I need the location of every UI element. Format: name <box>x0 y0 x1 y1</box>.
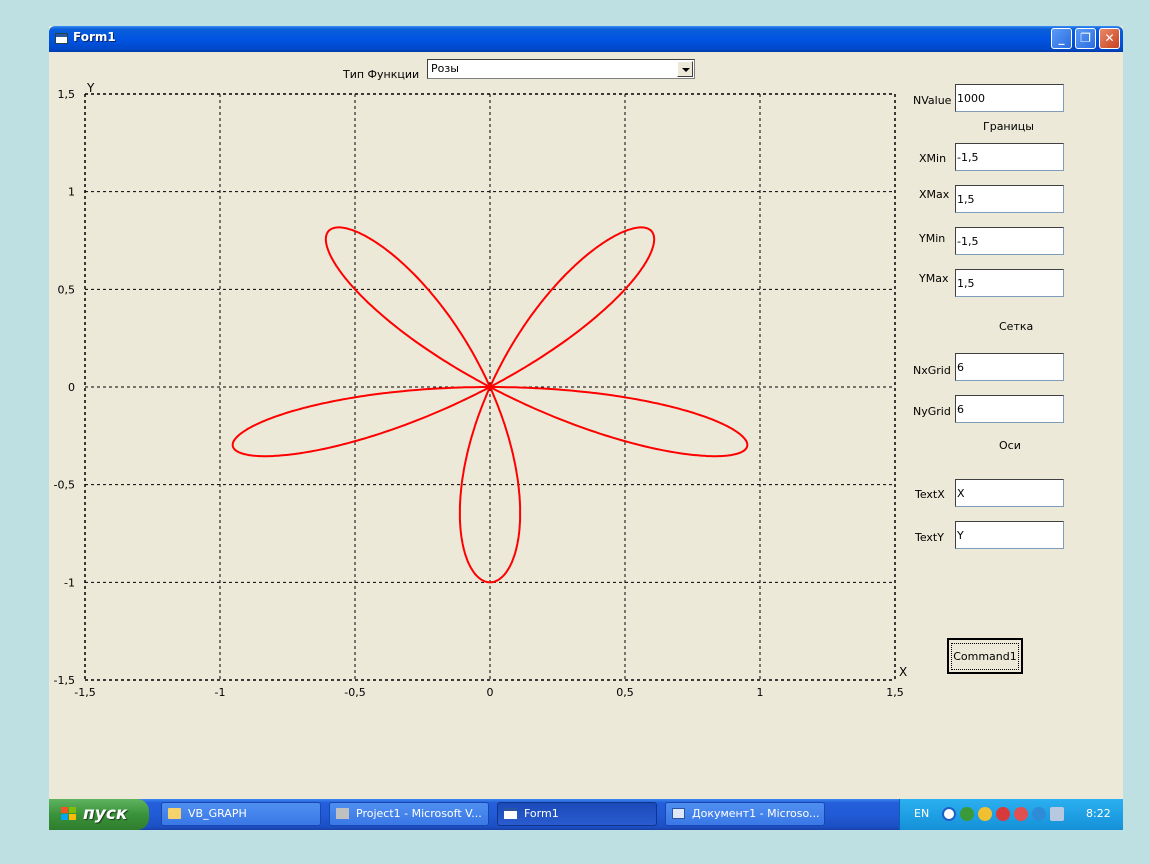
textx-label: TextX <box>915 488 945 501</box>
nxgrid-input[interactable] <box>955 353 1064 381</box>
start-label: пуск <box>83 804 128 824</box>
y-axis-label: Y <box>86 81 95 95</box>
y-tick-label: 0,5 <box>58 283 76 296</box>
window-title: Form1 <box>73 30 116 44</box>
nvalue-input[interactable] <box>955 84 1064 112</box>
minimize-button[interactable]: _ <box>1051 28 1072 49</box>
y-tick-label: 1 <box>68 186 75 199</box>
xmin-label: XMin <box>919 152 947 165</box>
x-tick-label: -1,5 <box>74 686 95 699</box>
taskbar-item-label: VB_GRAPH <box>188 807 247 820</box>
ymax-label: YMax <box>919 272 949 285</box>
xmin-input[interactable] <box>955 143 1064 171</box>
texty-label: TextY <box>915 531 944 544</box>
grid-heading: Сетка <box>999 320 1034 333</box>
plot-area: -1,5 -1 -0,5 0 0,5 1 1,5 1,5 1 0,5 0 -0,5 -1 -1,5 X Y <box>54 81 908 699</box>
chevron-down-icon[interactable] <box>677 61 693 77</box>
nygrid-label: NyGrid <box>913 405 951 418</box>
nvalue-label: NValue <box>913 94 952 107</box>
y-tick-label: 0 <box>68 381 75 394</box>
y-tick-label: 1,5 <box>58 88 76 101</box>
antivirus-icon[interactable] <box>996 807 1010 821</box>
desktop-screen: Form1 _ ❐ ✕ Тип Функции Розы -1,5 -1 -0,5 0… <box>49 26 1123 830</box>
clock: 8:22 <box>1086 807 1111 820</box>
folder-icon <box>168 808 181 819</box>
close-button[interactable]: ✕ <box>1099 28 1120 49</box>
taskbar-item-label: Project1 - Microsoft V... <box>356 807 482 820</box>
vb-project-icon <box>336 808 349 819</box>
nxgrid-label: NxGrid <box>913 364 951 377</box>
restore-button[interactable]: ❐ <box>1075 28 1096 49</box>
y-tick-label: -1,5 <box>54 674 75 687</box>
taskbar-item-label: Документ1 - Microso... <box>692 807 820 820</box>
form-window-icon <box>504 808 517 819</box>
taskbar: пуск VB_GRAPH Project1 - Microsoft V... … <box>49 799 1123 830</box>
x-tick-label: 0,5 <box>616 686 634 699</box>
network-icon[interactable] <box>960 807 974 821</box>
y-tick-label: -1 <box>64 576 75 589</box>
connection-icon[interactable] <box>1032 807 1046 821</box>
security-icon[interactable] <box>978 807 992 821</box>
word-document-icon <box>672 808 685 819</box>
taskbar-item-vb-graph[interactable]: VB_GRAPH <box>161 802 321 826</box>
volume-icon[interactable] <box>1050 807 1064 821</box>
bounds-heading: Границы <box>983 120 1034 133</box>
x-axis-label: X <box>899 665 907 679</box>
back-arrow-icon[interactable] <box>942 807 956 821</box>
ymin-input[interactable] <box>955 227 1064 255</box>
form-window-icon <box>55 33 68 44</box>
nygrid-input[interactable] <box>955 395 1064 423</box>
ymin-label: YMin <box>919 232 946 245</box>
x-tick-label: 0 <box>487 686 494 699</box>
taskbar-item-label: Form1 <box>524 807 559 820</box>
y-tick-label: -0,5 <box>54 479 75 492</box>
x-tick-label: 1,5 <box>886 686 904 699</box>
system-tray: EN 8:22 <box>899 799 1123 830</box>
texty-input[interactable] <box>955 521 1064 549</box>
xmax-label: XMax <box>919 188 950 201</box>
command1-label: Command1 <box>951 642 1019 670</box>
windows-logo-icon <box>61 807 77 821</box>
xmax-input[interactable] <box>955 185 1064 213</box>
x-tick-label: -1 <box>215 686 226 699</box>
function-type-dropdown[interactable]: Розы <box>427 59 695 79</box>
taskbar-item-document1[interactable]: Документ1 - Microso... <box>665 802 825 826</box>
function-type-value: Розы <box>431 62 459 75</box>
axes-heading: Оси <box>999 439 1021 452</box>
taskbar-item-form1[interactable]: Form1 <box>497 802 657 826</box>
command1-button[interactable]: Command1 <box>947 638 1023 674</box>
start-button[interactable]: пуск <box>49 799 149 830</box>
taskbar-item-project1[interactable]: Project1 - Microsoft V... <box>329 802 489 826</box>
ymax-input[interactable] <box>955 269 1064 297</box>
window-title-bar[interactable]: Form1 _ ❐ ✕ <box>49 26 1123 52</box>
textx-input[interactable] <box>955 479 1064 507</box>
language-indicator[interactable]: EN <box>914 807 929 820</box>
shield-icon[interactable] <box>1014 807 1028 821</box>
x-tick-label: 1 <box>757 686 764 699</box>
x-tick-label: -0,5 <box>344 686 365 699</box>
